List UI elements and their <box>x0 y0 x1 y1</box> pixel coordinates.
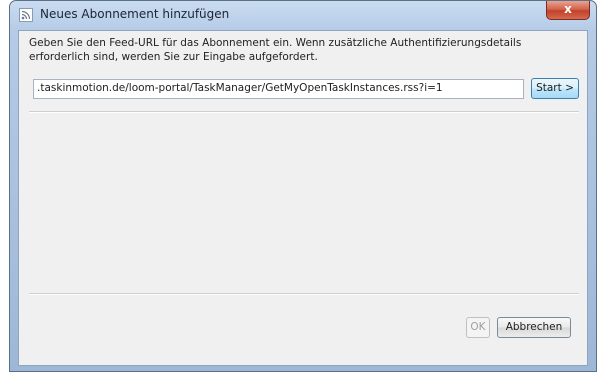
dialog-window: Neues Abonnement hinzufügen x Geben Sie … <box>9 0 597 372</box>
dialog-body: Geben Sie den Feed-URL für das Abonnemen… <box>18 30 588 366</box>
separator-top <box>29 111 579 113</box>
ok-button[interactable]: OK <box>466 317 490 338</box>
feed-url-input[interactable]: .taskinmotion.de/loom-portal/TaskManager… <box>33 79 524 99</box>
cancel-button[interactable]: Abbrechen <box>497 317 571 338</box>
separator-bottom <box>29 293 579 295</box>
close-icon: x <box>564 2 572 16</box>
rss-feed-icon <box>19 8 33 22</box>
close-button[interactable]: x <box>546 1 590 20</box>
window-title: Neues Abonnement hinzufügen <box>40 7 230 21</box>
instructions-text: Geben Sie den Feed-URL für das Abonnemen… <box>29 37 522 63</box>
start-button[interactable]: Start > <box>531 78 579 99</box>
title-bar[interactable]: Neues Abonnement hinzufügen x <box>10 1 596 29</box>
